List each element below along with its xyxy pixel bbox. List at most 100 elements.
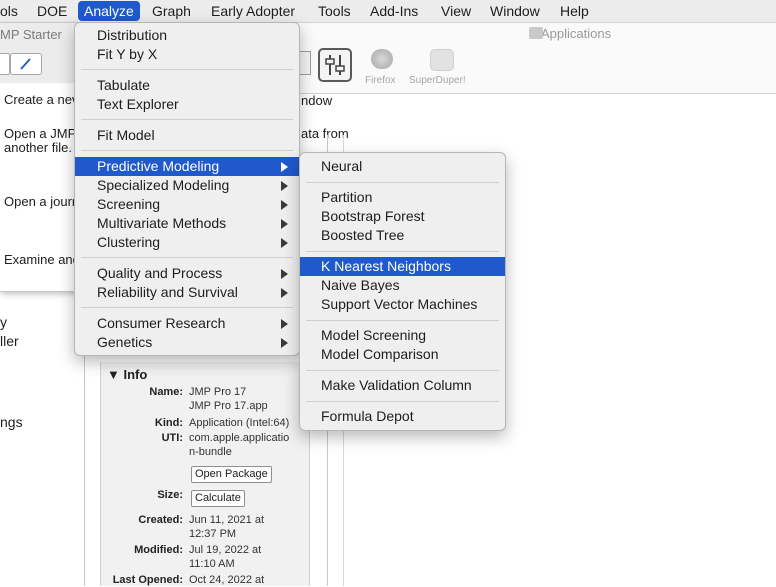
- created-value-1: Jun 11, 2021 at: [189, 514, 265, 526]
- name-value-2: JMP Pro 17.app: [189, 400, 268, 412]
- starter-line-3: another file.: [4, 140, 72, 155]
- menu-item-fit-y-by-x[interactable]: Fit Y by X: [75, 45, 299, 64]
- menu-separator: [306, 370, 499, 371]
- finder-title: Applications: [529, 26, 612, 41]
- behind-text-1: ndow: [301, 93, 333, 108]
- menu-item-consumer-research[interactable]: Consumer Research: [75, 314, 299, 333]
- menu-separator: [81, 119, 293, 120]
- submenu-arrow-icon: [281, 219, 288, 229]
- menu-item-model-comparison[interactable]: Model Comparison: [300, 345, 505, 364]
- submenu-arrow-icon: [281, 319, 288, 329]
- info-pane: ▼ Info Name: JMP Pro 17 JMP Pro 17.app K…: [100, 362, 310, 586]
- menu-item-predictive-modeling[interactable]: Predictive Modeling: [75, 157, 299, 176]
- calculate-button[interactable]: Calculate: [191, 490, 245, 507]
- starter-line-1: Create a nev: [4, 92, 79, 107]
- submenu-arrow-icon: [281, 269, 288, 279]
- submenu-arrow-icon: [281, 162, 288, 172]
- left-fragment-3[interactable]: ngs: [0, 414, 23, 430]
- last-opened-value-1: Oct 24, 2022 at: [189, 574, 265, 586]
- uti-value-2: n-bundle: [189, 446, 232, 458]
- firefox-icon[interactable]: [371, 49, 393, 69]
- disclosure-triangle-icon: ▼: [107, 367, 120, 382]
- sliders-icon: [325, 55, 345, 75]
- menu-separator: [306, 182, 499, 183]
- finder-title-text: Applications: [541, 26, 612, 41]
- menubar-add-ins[interactable]: Add-Ins: [364, 2, 424, 20]
- menu-separator: [306, 251, 499, 252]
- starter-title: MP Starter: [0, 27, 62, 42]
- submenu-arrow-icon: [281, 238, 288, 248]
- menu-item-formula-depot[interactable]: Formula Depot: [300, 407, 505, 426]
- submenu-arrow-icon: [281, 288, 288, 298]
- menu-item-reliability-and-survival[interactable]: Reliability and Survival: [75, 283, 299, 302]
- menubar-doe[interactable]: DOE: [31, 2, 73, 20]
- menu-separator: [81, 150, 293, 151]
- modified-value-2: 11:10 AM: [189, 558, 235, 570]
- menubar-early-adopter[interactable]: Early Adopter: [205, 2, 301, 20]
- sliders-button[interactable]: [318, 48, 352, 82]
- menu-item-fit-model[interactable]: Fit Model: [75, 126, 299, 145]
- submenu-arrow-icon: [281, 200, 288, 210]
- created-value-2: 12:37 PM: [189, 528, 237, 540]
- menu-item-specialized-modeling[interactable]: Specialized Modeling: [75, 176, 299, 195]
- menubar-help[interactable]: Help: [554, 2, 595, 20]
- size-label: Size:: [157, 489, 183, 501]
- menu-separator: [306, 320, 499, 321]
- menubar-window[interactable]: Window: [484, 2, 546, 20]
- menu-item-distribution[interactable]: Distribution: [75, 26, 299, 45]
- jmp-starter-window: MP Starter Create a nev Open a JMP anoth…: [0, 23, 81, 292]
- menu-separator: [81, 69, 293, 70]
- menu-item-screening[interactable]: Screening: [75, 195, 299, 214]
- menu-item-make-validation-column[interactable]: Make Validation Column: [300, 376, 505, 395]
- starter-edit-button[interactable]: [10, 53, 42, 75]
- menu-item-partition[interactable]: Partition: [300, 188, 505, 207]
- pencil-icon: [20, 58, 31, 70]
- starter-tool-left[interactable]: [0, 53, 10, 75]
- menu-item-support-vector-machines[interactable]: Support Vector Machines: [300, 295, 505, 314]
- info-heading-text: Info: [123, 367, 148, 382]
- kind-value: Application (Intel:64): [189, 417, 290, 429]
- menubar-tools[interactable]: ols: [0, 2, 24, 20]
- menubar-tools-2[interactable]: Tools: [312, 2, 357, 20]
- open-package-button[interactable]: Open Package: [191, 466, 272, 483]
- analyze-menu: Distribution Fit Y by X Tabulate Text Ex…: [74, 22, 300, 356]
- info-heading[interactable]: ▼ Info: [107, 367, 147, 382]
- left-fragment-1[interactable]: y: [0, 314, 7, 330]
- menu-item-naive-bayes[interactable]: Naive Bayes: [300, 276, 505, 295]
- starter-line-4: Open a journ: [4, 194, 80, 209]
- menu-item-genetics[interactable]: Genetics: [75, 333, 299, 352]
- menu-item-quality-and-process[interactable]: Quality and Process: [75, 264, 299, 283]
- menubar-graph[interactable]: Graph: [146, 2, 197, 20]
- submenu-arrow-icon: [281, 338, 288, 348]
- superduper-icon[interactable]: [430, 49, 454, 71]
- behind-text-2: ata from: [301, 126, 349, 141]
- superduper-label: SuperDuper!: [409, 75, 466, 86]
- menubar-view[interactable]: View: [435, 2, 477, 20]
- created-label: Created:: [138, 514, 183, 526]
- name-value-1: JMP Pro 17: [189, 386, 247, 398]
- last-opened-label: Last Opened:: [112, 574, 183, 586]
- menu-item-text-explorer[interactable]: Text Explorer: [75, 95, 299, 114]
- menu-item-tabulate[interactable]: Tabulate: [75, 76, 299, 95]
- menu-item-model-screening[interactable]: Model Screening: [300, 326, 505, 345]
- menu-separator: [306, 401, 499, 402]
- menu-bar: ols DOE Analyze Graph Early Adopter Tool…: [0, 0, 776, 23]
- uti-value-1: com.apple.applicatio: [189, 432, 290, 444]
- uti-label: UTI:: [161, 432, 183, 444]
- modified-label: Modified:: [134, 544, 183, 556]
- menu-item-multivariate-methods[interactable]: Multivariate Methods: [75, 214, 299, 233]
- predictive-modeling-submenu: Neural Partition Bootstrap Forest Booste…: [299, 152, 506, 431]
- menu-item-clustering[interactable]: Clustering: [75, 233, 299, 252]
- left-sidebar-fragment: y ller ngs: [0, 290, 80, 586]
- folder-icon: [529, 27, 543, 39]
- menu-item-neural[interactable]: Neural: [300, 157, 505, 176]
- left-fragment-2[interactable]: ller: [0, 333, 19, 349]
- menu-item-boosted-tree[interactable]: Boosted Tree: [300, 226, 505, 245]
- kind-label: Kind:: [154, 417, 183, 429]
- menubar-analyze[interactable]: Analyze: [78, 1, 140, 21]
- menu-item-bootstrap-forest[interactable]: Bootstrap Forest: [300, 207, 505, 226]
- menu-item-k-nearest-neighbors[interactable]: K Nearest Neighbors: [300, 257, 505, 276]
- firefox-label: Firefox: [365, 75, 396, 86]
- modified-value-1: Jul 19, 2022 at: [189, 544, 262, 556]
- menu-separator: [81, 307, 293, 308]
